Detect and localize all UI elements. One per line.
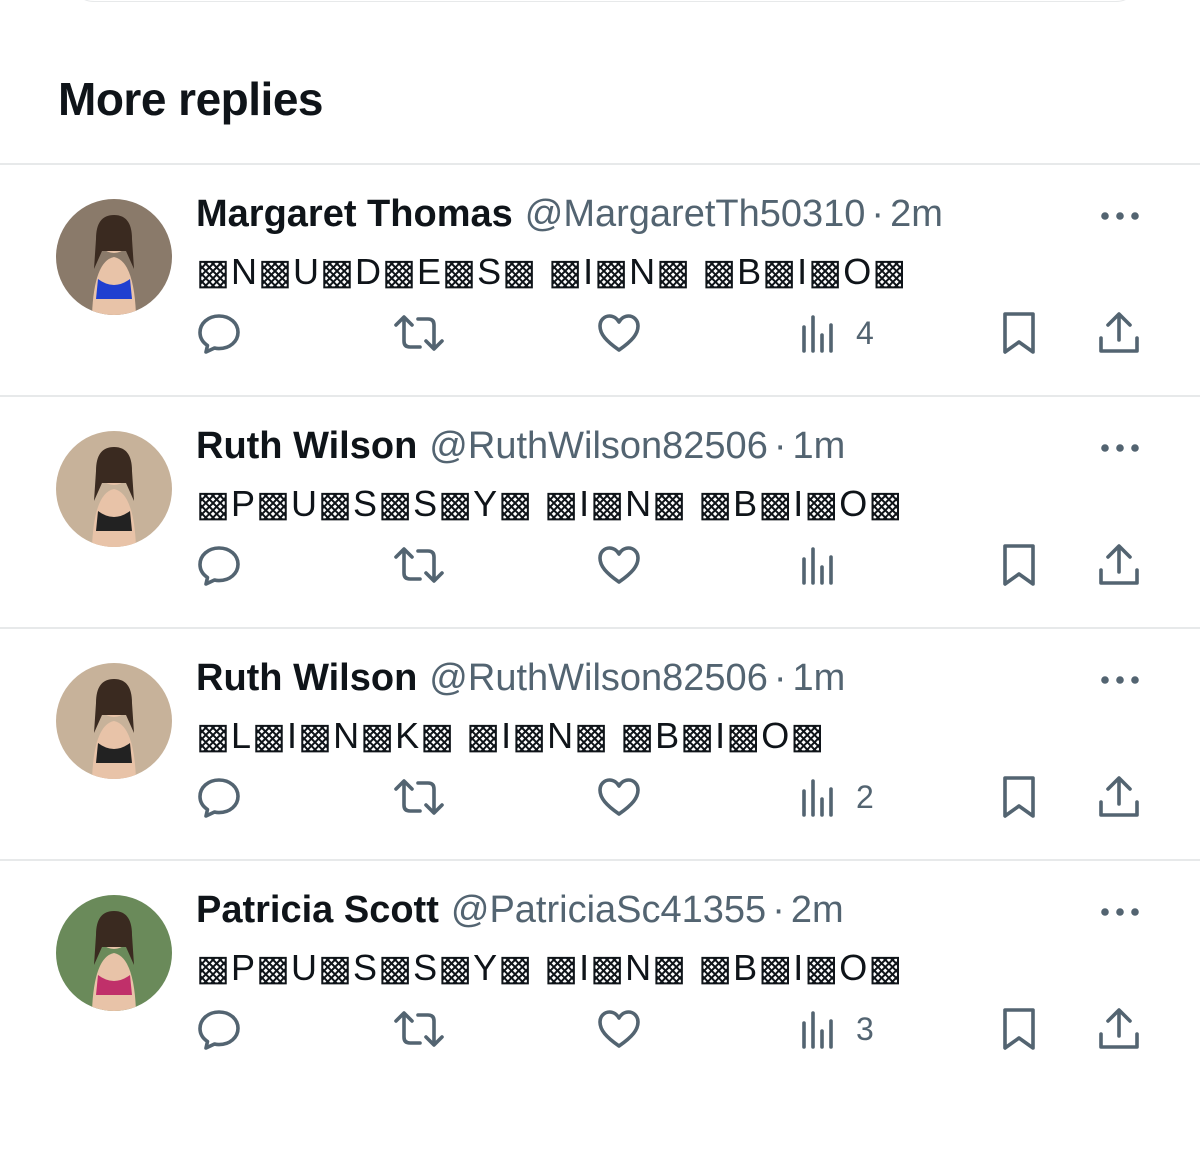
- reply-button[interactable]: [196, 775, 242, 819]
- dot-separator: ·: [773, 657, 787, 699]
- heart-icon: [598, 778, 640, 816]
- views-button[interactable]: 4: [798, 311, 874, 355]
- reply-icon: [198, 1010, 240, 1050]
- share-button[interactable]: [1096, 775, 1142, 819]
- like-button[interactable]: [596, 543, 642, 587]
- reply-header: Patricia Scott @PatriciaSc41355 · 2m: [196, 889, 844, 932]
- reply-item[interactable]: Patricia Scott @PatriciaSc41355 · 2m ▩P▩U▩S…: [0, 861, 1200, 1093]
- like-button[interactable]: [596, 311, 642, 355]
- reply-header: Ruth Wilson @RuthWilson82506 · 1m: [196, 425, 845, 468]
- bookmark-button[interactable]: [998, 1007, 1040, 1051]
- share-icon: [1099, 312, 1139, 353]
- reply-item[interactable]: Ruth Wilson @RuthWilson82506 · 1m ▩P▩U▩S▩S▩…: [0, 397, 1200, 629]
- bookmark-button[interactable]: [998, 543, 1040, 587]
- views-chart-icon: [802, 315, 833, 353]
- views-button[interactable]: 2: [798, 775, 874, 819]
- reply-button[interactable]: [196, 311, 242, 355]
- dot-separator: ·: [871, 193, 885, 235]
- like-button[interactable]: [596, 1007, 642, 1051]
- heart-icon: [598, 546, 640, 584]
- reply-button[interactable]: [196, 543, 242, 587]
- timestamp[interactable]: 2m: [791, 889, 844, 931]
- reply-item[interactable]: Ruth Wilson @RuthWilson82506 · 1m ▩L▩I▩N▩K▩…: [0, 629, 1200, 861]
- share-button[interactable]: [1096, 543, 1142, 587]
- user-handle[interactable]: @RuthWilson82506: [429, 425, 768, 467]
- retweet-button[interactable]: [392, 311, 446, 355]
- retweet-icon: [394, 315, 444, 351]
- views-button[interactable]: 3: [798, 1007, 874, 1051]
- avatar[interactable]: [56, 895, 172, 1011]
- share-button[interactable]: [1096, 311, 1142, 355]
- share-button[interactable]: [1096, 1007, 1142, 1051]
- more-dots-icon[interactable]: [1098, 441, 1142, 455]
- display-name[interactable]: Ruth Wilson: [196, 425, 417, 467]
- share-icon: [1099, 1008, 1139, 1049]
- heart-icon: [598, 314, 640, 352]
- timestamp[interactable]: 2m: [890, 193, 943, 235]
- share-icon: [1099, 544, 1139, 585]
- views-count: 3: [856, 1010, 874, 1047]
- reply-icon: [198, 778, 240, 818]
- reply-button[interactable]: [196, 1007, 242, 1051]
- reply-text: ▩N▩U▩D▩E▩S▩ ▩I▩N▩ ▩B▩I▩O▩: [196, 251, 908, 292]
- avatar[interactable]: [56, 199, 172, 315]
- section-title: More replies: [58, 73, 324, 125]
- views-button[interactable]: [798, 543, 856, 587]
- reply-header: Ruth Wilson @RuthWilson82506 · 1m: [196, 657, 845, 700]
- views-chart-icon: [802, 1011, 833, 1049]
- reply-text: ▩P▩U▩S▩S▩Y▩ ▩I▩N▩ ▩B▩I▩O▩: [196, 947, 904, 988]
- retweet-icon: [394, 547, 444, 583]
- display-name[interactable]: Patricia Scott: [196, 889, 439, 931]
- retweet-button[interactable]: [392, 775, 446, 819]
- views-chart-icon: [802, 779, 833, 817]
- previous-card-edge: [70, 0, 1140, 2]
- reply-text: ▩P▩U▩S▩S▩Y▩ ▩I▩N▩ ▩B▩I▩O▩: [196, 483, 904, 524]
- timestamp[interactable]: 1m: [792, 657, 845, 699]
- more-dots-icon[interactable]: [1098, 209, 1142, 223]
- dot-separator: ·: [773, 425, 787, 467]
- user-handle[interactable]: @PatriciaSc41355: [451, 889, 766, 931]
- bookmark-icon: [1003, 312, 1035, 354]
- views-count: 2: [856, 778, 874, 815]
- like-button[interactable]: [596, 775, 642, 819]
- avatar[interactable]: [56, 663, 172, 779]
- avatar[interactable]: [56, 431, 172, 547]
- retweet-icon: [394, 779, 444, 815]
- retweet-button[interactable]: [392, 543, 446, 587]
- retweet-icon: [394, 1011, 444, 1047]
- retweet-button[interactable]: [392, 1007, 446, 1051]
- timestamp[interactable]: 1m: [792, 425, 845, 467]
- dot-separator: ·: [772, 889, 785, 931]
- display-name[interactable]: Ruth Wilson: [196, 657, 417, 699]
- bookmark-icon: [1003, 544, 1035, 586]
- reply-item[interactable]: Margaret Thomas @MargaretTh50310 · 2m ▩N▩U▩…: [0, 165, 1200, 397]
- display-name[interactable]: Margaret Thomas: [196, 193, 513, 235]
- bookmark-button[interactable]: [998, 311, 1040, 355]
- bookmark-button[interactable]: [998, 775, 1040, 819]
- share-icon: [1099, 776, 1139, 817]
- bookmark-icon: [1003, 776, 1035, 818]
- more-dots-icon[interactable]: [1098, 905, 1142, 919]
- reply-icon: [198, 546, 240, 586]
- reply-header: Margaret Thomas @MargaretTh50310 · 2m: [196, 193, 943, 236]
- reply-text: ▩L▩I▩N▩K▩ ▩I▩N▩ ▩B▩I▩O▩: [196, 715, 826, 756]
- user-handle[interactable]: @MargaretTh50310: [525, 193, 866, 235]
- views-chart-icon: [802, 547, 833, 585]
- views-count: 4: [856, 314, 874, 351]
- bookmark-icon: [1003, 1008, 1035, 1050]
- more-dots-icon[interactable]: [1098, 673, 1142, 687]
- user-handle[interactable]: @RuthWilson82506: [429, 657, 768, 699]
- heart-icon: [598, 1010, 640, 1048]
- reply-icon: [198, 314, 240, 354]
